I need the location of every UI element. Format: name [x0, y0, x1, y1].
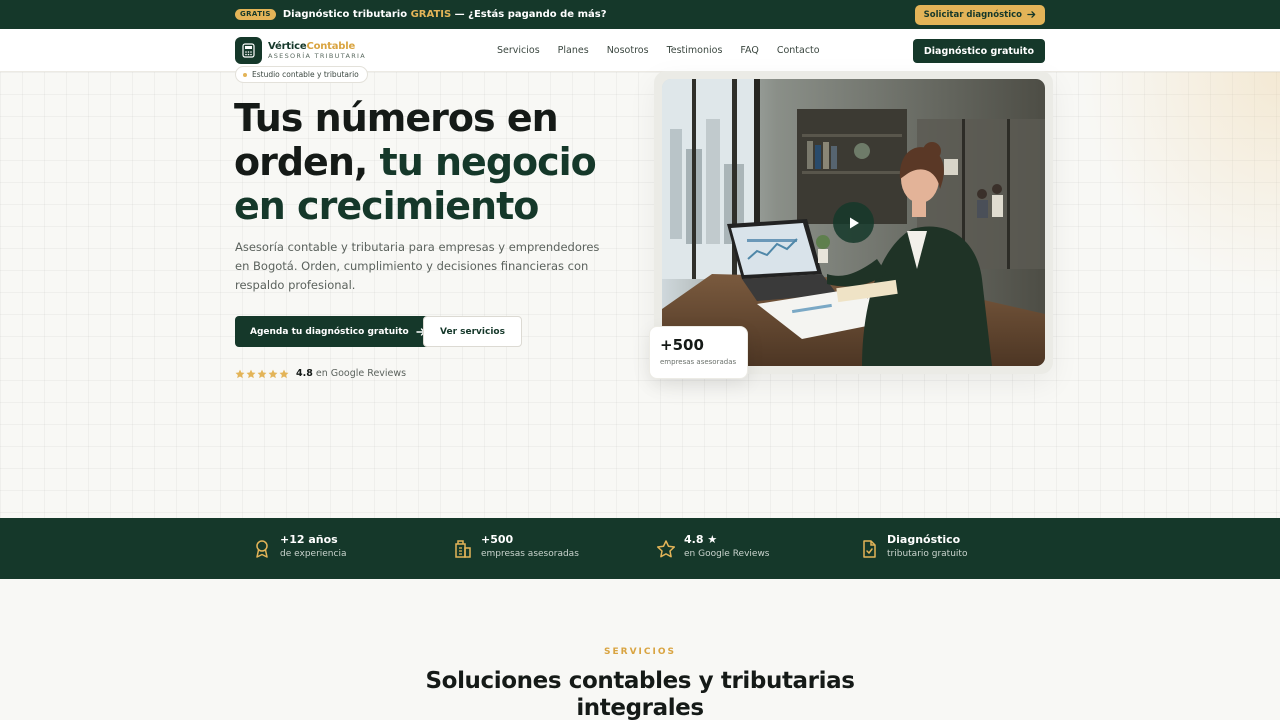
- free-badge: GRATIS: [235, 9, 276, 20]
- play-video-button[interactable]: [833, 202, 874, 243]
- nav-testimonios[interactable]: Testimonios: [667, 45, 723, 56]
- services-eyebrow: SERVICIOS: [604, 647, 676, 657]
- hero-eyebrow: Estudio contable y tributario: [235, 66, 368, 83]
- star-icon: [279, 369, 289, 378]
- logo[interactable]: VérticeContable ASESORÍA TRIBUTARIA: [235, 37, 366, 64]
- announcement: GRATIS Diagnóstico tributario GRATIS — ¿…: [235, 9, 607, 20]
- brand-tagline: ASESORÍA TRIBUTARIA: [268, 51, 366, 60]
- stat-companies: +500 empresas asesoradas: [453, 533, 579, 561]
- hero-description: Asesoría contable y tributaria para empr…: [235, 240, 600, 292]
- request-diagnosis-button[interactable]: Solicitar diagnóstico: [914, 4, 1045, 25]
- stat-number: +500: [660, 336, 704, 354]
- stats-strip: +12 años de experiencia +500 empresas as…: [0, 518, 1280, 579]
- free-diagnosis-button[interactable]: Diagnóstico gratuito: [912, 39, 1045, 63]
- stat-experience: +12 años de experiencia: [252, 533, 346, 561]
- stat-diagnosis-title: Diagnóstico: [887, 533, 961, 546]
- building-icon: [455, 540, 471, 558]
- award-icon: [256, 540, 268, 558]
- hero-section: [0, 72, 1280, 518]
- calculator-icon: [235, 37, 262, 64]
- star-icon: [235, 369, 245, 378]
- announcement-bar: GRATIS Diagnóstico tributario GRATIS — ¿…: [0, 0, 1280, 29]
- announcement-text-end: — ¿Estás pagando de más?: [451, 9, 607, 20]
- stat-rating-subtitle: en Google Reviews: [684, 549, 770, 559]
- nav-servicios[interactable]: Servicios: [497, 45, 540, 56]
- services-title-line1: Soluciones contables y tributarias: [425, 668, 855, 694]
- announcement-accent: GRATIS: [410, 9, 452, 20]
- rating-value: 4.8: [296, 368, 313, 379]
- hero-title-line2a: orden,: [234, 140, 380, 184]
- stat-diagnosis-subtitle: tributario gratuito: [887, 549, 968, 559]
- services-title-line2: integrales: [576, 695, 704, 720]
- announcement-text: Diagnóstico tributario GRATIS — ¿Estás p…: [283, 9, 607, 20]
- nav-nosotros[interactable]: Nosotros: [607, 45, 649, 56]
- announcement-text-start: Diagnóstico tributario: [282, 9, 411, 20]
- hero-title-line1: Tus números en: [234, 96, 559, 140]
- nav-contacto[interactable]: Contacto: [777, 45, 820, 56]
- stat-rating-title: 4.8 ★: [684, 533, 718, 546]
- hero-title-highlight: tu negocio: [379, 140, 597, 184]
- stat-experience-title: +12 años: [280, 533, 338, 546]
- hero-title: Tus números en orden, tu negocio en crec…: [234, 96, 614, 228]
- brand-name-part2: Contable: [306, 40, 356, 52]
- nav-planes[interactable]: Planes: [558, 45, 589, 56]
- rating: 4.8 en Google Reviews: [235, 368, 406, 379]
- dot-icon: [243, 72, 247, 77]
- request-diagnosis-label: Solicitar diagnóstico: [923, 9, 1022, 20]
- site-header: VérticeContable ASESORÍA TRIBUTARIA Serv…: [0, 29, 1280, 72]
- companies-stat-card: +500 empresas asesoradas: [649, 326, 748, 379]
- brand-name-part1: Vértice: [268, 40, 307, 52]
- stat-experience-subtitle: de experiencia: [280, 549, 347, 559]
- schedule-diagnosis-label: Agenda tu diagnóstico gratuito: [250, 326, 409, 337]
- rating-source: en Google Reviews: [315, 368, 407, 379]
- nav-faq[interactable]: FAQ: [740, 45, 758, 56]
- hero-title-line3: en crecimiento: [234, 184, 539, 228]
- hero-glow: [1080, 72, 1280, 292]
- star-icon: [656, 540, 676, 558]
- star-icon: [257, 369, 267, 378]
- stat-rating: 4.8 ★ en Google Reviews: [656, 533, 770, 561]
- play-icon: [849, 217, 859, 228]
- star-rating: [235, 369, 289, 379]
- services-title: Soluciones contables y tributarias integ…: [0, 668, 1280, 720]
- brand-name: VérticeContable: [268, 41, 366, 52]
- services-section: SERVICIOS Soluciones contables y tributa…: [0, 579, 1280, 720]
- stat-label: empresas asesoradas: [660, 358, 737, 366]
- hero-eyebrow-label: Estudio contable y tributario: [252, 70, 359, 79]
- view-services-button[interactable]: Ver servicios: [423, 316, 522, 347]
- document-icon: [863, 540, 876, 558]
- star-icon: [268, 369, 278, 378]
- arrow-right-icon: [1027, 11, 1036, 18]
- schedule-diagnosis-button[interactable]: Agenda tu diagnóstico gratuito: [235, 316, 441, 347]
- star-icon: [246, 369, 256, 378]
- stat-diagnosis: Diagnóstico tributario gratuito: [859, 533, 967, 561]
- stat-companies-title: +500: [481, 533, 514, 546]
- main-nav: Servicios Planes Nosotros Testimonios FA…: [497, 29, 820, 72]
- stat-companies-subtitle: empresas asesoradas: [481, 549, 579, 559]
